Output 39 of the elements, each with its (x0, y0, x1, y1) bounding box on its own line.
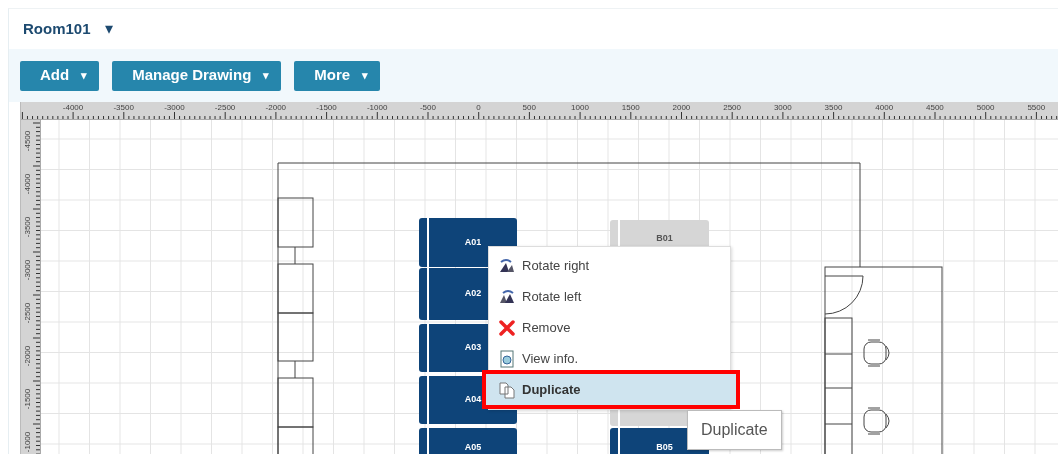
ruler-label: 1500 (621, 104, 640, 112)
ruler-label: 3500 (824, 104, 843, 112)
ruler-label: -2500 (24, 302, 32, 324)
ruler-label: -3500 (113, 104, 134, 112)
ruler-label: 0 (476, 104, 481, 112)
ruler-label: -2500 (214, 104, 236, 112)
ruler-label: 2000 (672, 104, 691, 112)
close-icon (498, 318, 516, 337)
ruler-label: -2000 (24, 345, 32, 367)
ruler-label: 4500 (926, 104, 944, 112)
ruler-label: -1000 (366, 104, 388, 112)
dropdown-button[interactable]: Manage Drawing ▾ (112, 60, 282, 91)
ruler-label: 2500 (723, 104, 741, 112)
ruler-label: 3000 (773, 104, 792, 112)
ruler-label: -3500 (24, 216, 32, 238)
ruler-label: -1000 (24, 431, 32, 453)
room-title: Room101 (23, 18, 91, 39)
ruler-label: -4000 (62, 104, 84, 112)
ruler-label: -4000 (24, 173, 32, 195)
ruler-label: 500 (522, 104, 536, 112)
ruler-label: -1500 (316, 104, 337, 112)
ruler-label: 1000 (571, 104, 589, 112)
dropdown-button[interactable]: Add ▾ (20, 60, 100, 91)
caret-icon[interactable]: ▾ (104, 17, 113, 41)
ruler-label: -3000 (24, 259, 32, 281)
copy-icon (498, 380, 516, 399)
ruler-label: -4500 (24, 130, 32, 152)
rotate-right-icon (498, 256, 516, 275)
tooltip: Duplicate (687, 410, 782, 450)
ruler-label: 4000 (875, 104, 894, 112)
dropdown-button[interactable]: More ▾ (294, 60, 381, 91)
ruler-label: -2000 (265, 104, 287, 112)
rotate-left-icon (498, 287, 516, 306)
ruler-label: -3000 (164, 104, 185, 112)
document-icon (498, 349, 516, 368)
ruler-label: 5000 (976, 104, 995, 112)
ruler-label: 5500 (1027, 104, 1046, 112)
ruler-label: -1500 (24, 388, 32, 410)
ruler-label: -500 (419, 104, 436, 112)
